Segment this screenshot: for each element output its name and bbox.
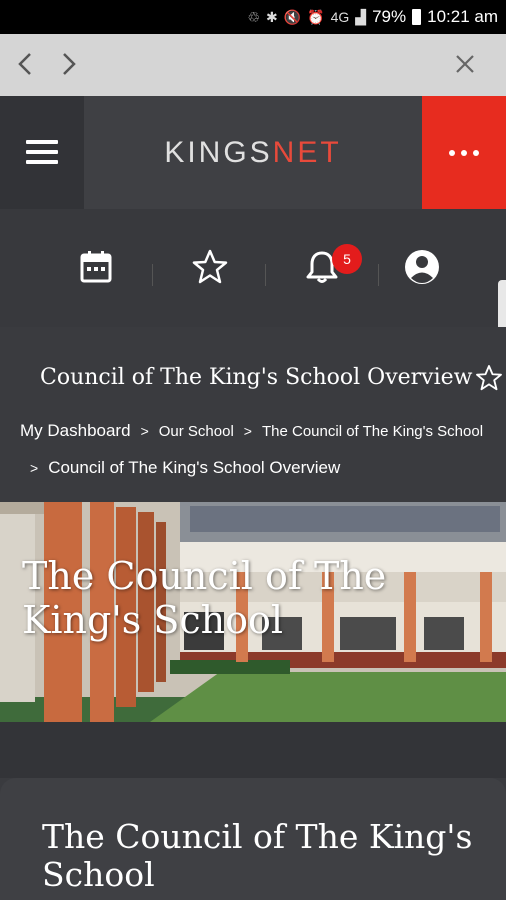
favorite-star-icon[interactable] — [474, 363, 504, 393]
notification-badge: 5 — [332, 244, 362, 274]
quick-toolbar — [0, 209, 506, 327]
breadcrumb: My Dashboard > Our School > The Council of T… — [20, 413, 500, 486]
status-icons: ♲ ✱ 🔇 ⏰ 4G ▟ — [247, 9, 366, 26]
network-type: 4G — [330, 9, 350, 25]
alarm-icon: ⏰ — [307, 8, 325, 25]
spacer — [0, 722, 506, 778]
status-right: ♲ ✱ 🔇 ⏰ 4G ▟ 79% 10:21 am — [247, 0, 498, 34]
toolbar-divider — [378, 264, 379, 286]
hero-title: The Council of The King's School — [22, 554, 387, 642]
dot — [473, 149, 479, 156]
breadcrumb-separator-icon: > — [30, 460, 39, 476]
menu-button[interactable] — [0, 96, 84, 209]
card-title: The Council of The King's School — [42, 817, 473, 894]
mute-icon: 🔇 — [283, 8, 302, 25]
hamburger-line — [26, 150, 58, 154]
dot — [449, 149, 455, 156]
hamburger-line — [26, 140, 58, 144]
recycle-icon: ♲ — [247, 8, 260, 25]
breadcrumb-item-current: Council of The King's School Overview — [48, 458, 341, 477]
content-card: The Council of The King's School — [0, 778, 506, 900]
toolbar-divider — [152, 264, 153, 286]
battery-percent: 79% — [372, 7, 407, 26]
profile-icon[interactable] — [402, 247, 442, 287]
title-area: Council of The King's School Overview My… — [0, 327, 506, 502]
forward-icon[interactable] — [60, 50, 78, 85]
toolbar-divider — [265, 264, 266, 286]
more-options-button[interactable] — [422, 96, 506, 209]
clock: 10:21 am — [427, 7, 498, 26]
breadcrumb-item[interactable]: My Dashboard — [20, 421, 131, 440]
logo-part1: KINGS — [164, 135, 273, 169]
back-icon[interactable] — [16, 50, 34, 85]
bluetooth-icon: ✱ — [266, 8, 278, 25]
browser-bar — [0, 34, 506, 96]
app-header: KINGS NET — [0, 96, 506, 209]
breadcrumb-item[interactable]: The Council of The King's School — [262, 423, 483, 440]
status-bar: ♲ ✱ 🔇 ⏰ 4G ▟ 79% 10:21 am — [0, 0, 506, 34]
logo-part2: NET — [272, 135, 342, 169]
calendar-icon[interactable] — [76, 247, 116, 287]
close-icon[interactable] — [454, 50, 476, 85]
breadcrumb-separator-icon: > — [243, 423, 252, 439]
page-title: Council of The King's School Overview — [40, 365, 473, 390]
hamburger-line — [26, 160, 58, 164]
breadcrumb-item[interactable]: Our School — [159, 423, 234, 440]
star-icon[interactable] — [190, 247, 230, 287]
battery-icon — [412, 9, 422, 25]
kingsnet-logo[interactable]: KINGS NET — [84, 96, 422, 209]
hero-banner: The Council of The King's School — [0, 502, 506, 722]
signal-icon: ▟ — [355, 8, 367, 25]
dot — [461, 149, 467, 156]
breadcrumb-separator-icon: > — [140, 423, 149, 439]
